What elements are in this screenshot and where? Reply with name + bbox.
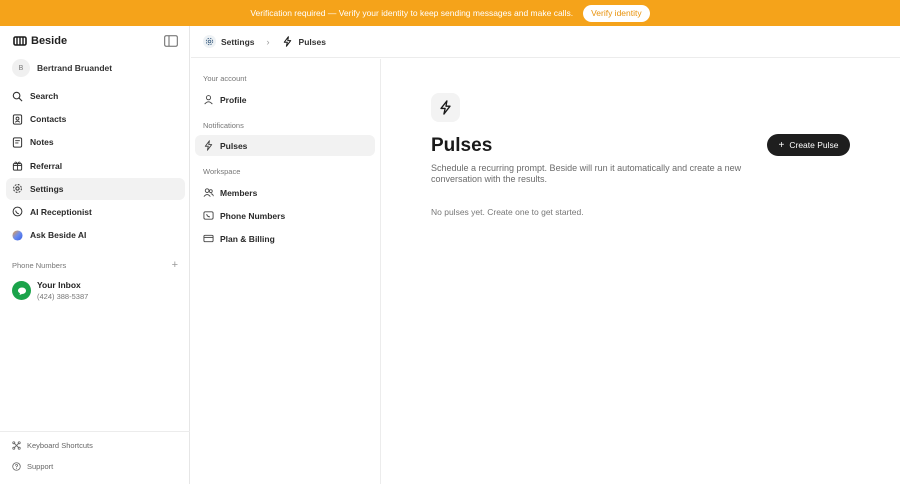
lightning-icon xyxy=(440,100,451,115)
nav-item-label: Contacts xyxy=(30,114,67,125)
breadcrumb: Settings › Pulses xyxy=(191,26,900,58)
nav-item-label: Settings xyxy=(30,183,64,194)
credit-card-icon xyxy=(203,234,214,243)
gift-icon xyxy=(12,160,23,171)
sidebar-toggle-icon[interactable] xyxy=(164,35,178,47)
nav-item-contacts[interactable]: Contacts xyxy=(6,108,185,130)
support-link[interactable]: Support xyxy=(12,462,53,471)
subnav-item-phone-numbers[interactable]: Phone Numbers xyxy=(195,205,375,226)
user-name: Bertrand Bruandet xyxy=(37,63,113,73)
nav-item-label: Notes xyxy=(30,137,54,148)
verify-identity-button[interactable]: Verify identity xyxy=(583,4,650,22)
gear-icon xyxy=(203,35,216,48)
inbox-number: (424) 388-5387 xyxy=(37,292,89,301)
user-profile[interactable]: B Bertrand Bruandet xyxy=(12,59,112,77)
user-icon xyxy=(204,95,213,105)
page-description: Schedule a recurring prompt. Beside will… xyxy=(431,163,742,184)
phone-numbers-header: Phone Numbers + xyxy=(12,259,178,271)
brand[interactable]: Beside xyxy=(13,34,67,48)
pulses-panel: Pulses + Create Pulse Schedule a recurri… xyxy=(382,59,900,484)
breadcrumb-current-label: Pulses xyxy=(298,36,326,47)
verification-banner: Verification required — Verify your iden… xyxy=(0,0,900,26)
breadcrumb-settings[interactable]: Settings xyxy=(203,35,255,48)
page-title: Pulses xyxy=(431,135,493,156)
settings-subnav: Your account Profile Notifications Pulse… xyxy=(191,59,381,484)
pulses-tile xyxy=(431,93,460,122)
beside-logo-icon xyxy=(13,36,27,46)
notes-icon xyxy=(12,137,23,148)
chevron-right-icon: › xyxy=(266,36,270,47)
add-phone-number-icon[interactable]: + xyxy=(172,259,178,271)
chat-bubble-icon xyxy=(12,281,31,300)
nav-item-referral[interactable]: Referral xyxy=(6,155,185,177)
subnav-item-label: Plan & Billing xyxy=(220,233,275,244)
avatar: B xyxy=(12,59,30,77)
nav-item-label: AI Receptionist xyxy=(30,206,92,217)
empty-state-message: No pulses yet. Create one to get started… xyxy=(431,207,584,217)
keyboard-shortcuts-label: Keyboard Shortcuts xyxy=(27,441,93,450)
nav-item-label: Referral xyxy=(30,160,63,171)
shortcuts-icon xyxy=(12,441,21,450)
subnav-item-label: Profile xyxy=(220,94,247,105)
subnav-item-billing[interactable]: Plan & Billing xyxy=(195,228,375,249)
nav-item-label: Ask Beside AI xyxy=(30,230,87,241)
subnav-item-label: Phone Numbers xyxy=(220,210,286,221)
nav-item-label: Search xyxy=(30,91,59,101)
receptionist-icon xyxy=(12,206,23,217)
plus-icon: + xyxy=(778,139,785,151)
subnav-item-label: Pulses xyxy=(220,140,248,151)
subnav-item-profile[interactable]: Profile xyxy=(195,89,375,110)
nav-item-settings[interactable]: Settings xyxy=(6,177,185,200)
lightning-icon xyxy=(283,36,291,47)
keyboard-shortcuts-link[interactable]: Keyboard Shortcuts xyxy=(12,441,93,450)
ai-orb-icon xyxy=(12,230,23,241)
lightning-icon xyxy=(204,140,213,151)
members-icon xyxy=(203,188,214,197)
help-icon xyxy=(12,462,21,471)
sidebar: Beside B Bertrand Bruandet Search Contac… xyxy=(0,26,190,484)
banner-message: Verification required — Verify your iden… xyxy=(250,8,574,18)
create-pulse-button[interactable]: + Create Pulse xyxy=(767,134,850,156)
brand-name: Beside xyxy=(31,35,68,47)
search-icon xyxy=(12,91,23,102)
create-pulse-label: Create Pulse xyxy=(789,140,839,150)
subnav-item-label: Members xyxy=(220,187,258,198)
nav-item-ai-receptionist[interactable]: AI Receptionist xyxy=(6,201,185,223)
breadcrumb-root-label: Settings xyxy=(221,36,255,47)
inbox-item[interactable]: Your Inbox (424) 388-5387 xyxy=(12,280,88,301)
section-label-notifications: Notifications xyxy=(203,121,244,130)
gear-icon xyxy=(12,183,23,194)
footer-divider xyxy=(0,431,190,432)
nav-item-notes[interactable]: Notes xyxy=(6,131,185,153)
phone-numbers-heading: Phone Numbers xyxy=(12,260,67,270)
nav-item-ask-beside-ai[interactable]: Ask Beside AI xyxy=(6,224,185,246)
section-label-workspace: Workspace xyxy=(203,167,241,176)
nav-item-search[interactable]: Search xyxy=(6,85,185,107)
inbox-title: Your Inbox xyxy=(37,280,81,290)
subnav-item-pulses[interactable]: Pulses xyxy=(195,135,375,156)
contacts-icon xyxy=(12,114,23,125)
main-nav: Search Contacts Notes Referral Settings … xyxy=(6,85,185,247)
support-label: Support xyxy=(27,462,54,471)
subnav-item-members[interactable]: Members xyxy=(195,182,375,203)
section-label-account: Your account xyxy=(203,74,247,83)
breadcrumb-pulses: Pulses xyxy=(282,36,326,47)
phone-icon xyxy=(203,211,214,220)
